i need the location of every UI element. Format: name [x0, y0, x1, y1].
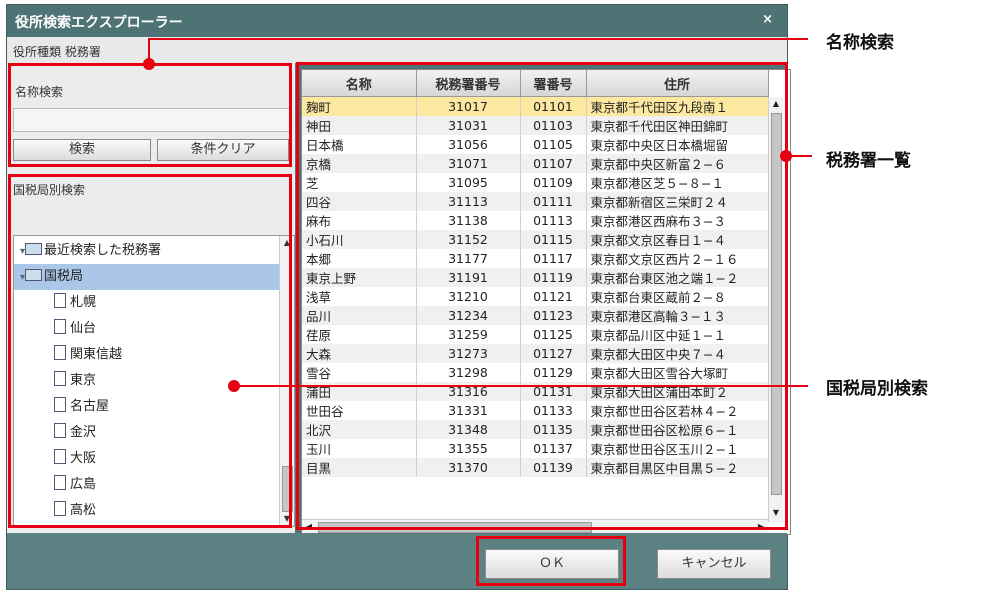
ok-button-highlight	[476, 536, 626, 586]
callout-line	[790, 155, 812, 157]
annotation-bureau-search: 国税局別検索	[826, 379, 928, 399]
callout-line	[148, 38, 808, 40]
close-icon[interactable]: ×	[762, 12, 773, 27]
title-bar: 役所検索エクスプローラー ×	[7, 5, 787, 37]
bureau-search-highlight	[8, 174, 292, 528]
dialog-footer: ＯＫ キャンセル	[7, 533, 787, 589]
annotation-office-list: 税務署一覧	[826, 151, 911, 171]
office-list-highlight	[296, 62, 788, 530]
callout-line	[236, 385, 808, 387]
cancel-button[interactable]: キャンセル	[657, 549, 771, 579]
menu-bar: 役所種類 税務署	[7, 37, 787, 63]
office-type-label: 役所種類 税務署	[13, 45, 101, 59]
annotation-name-search: 名称検索	[826, 33, 894, 53]
callout-line	[148, 38, 150, 62]
window-title: 役所検索エクスプローラー	[15, 15, 183, 31]
name-search-highlight	[8, 63, 292, 167]
